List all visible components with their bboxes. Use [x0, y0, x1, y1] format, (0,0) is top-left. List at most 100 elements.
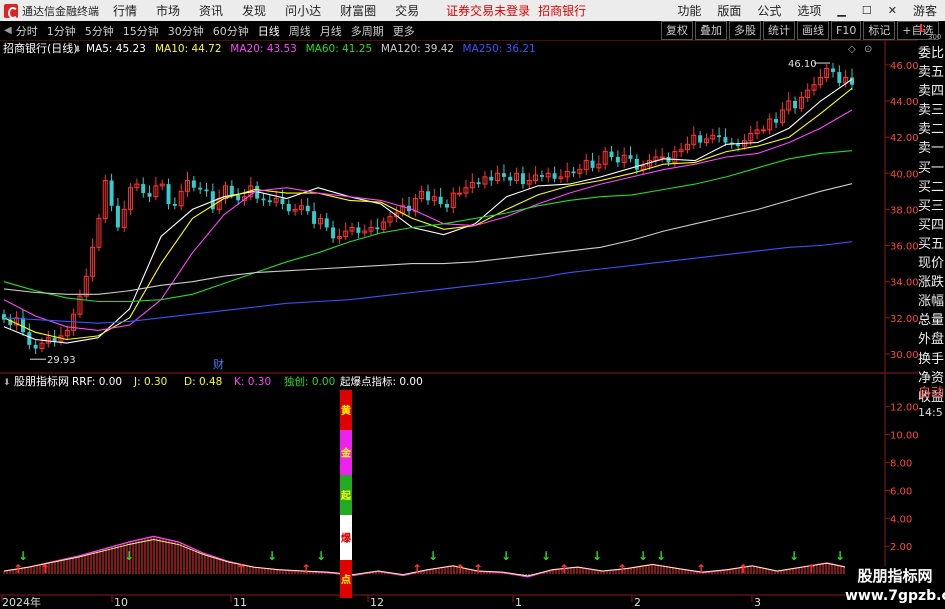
- quote-field-2: 卖四: [918, 84, 945, 100]
- up-arrow-icon: ↑: [696, 562, 706, 576]
- l-badge: L: [919, 22, 927, 35]
- menu-item-2[interactable]: 资讯: [199, 4, 223, 18]
- menu-item-4[interactable]: 问小达: [285, 4, 321, 18]
- toolbar-button-1[interactable]: 叠加: [695, 21, 727, 40]
- main-ytick-label: 40.00: [890, 169, 918, 180]
- toolbar-button-5[interactable]: F10: [831, 21, 862, 40]
- date-label: 12: [370, 596, 384, 609]
- candle-body: [552, 173, 557, 179]
- candle-body: [312, 211, 317, 224]
- period-tab-0[interactable]: 分时: [16, 23, 38, 39]
- sub-label-0: RRF: 0.00: [72, 376, 122, 388]
- candle-body: [476, 182, 481, 185]
- main-chevron-icon: ⬇: [74, 45, 82, 55]
- right-menu-item-2[interactable]: 公式: [757, 2, 781, 19]
- candle-body: [539, 175, 544, 177]
- up-arrow-icon: ↑: [806, 562, 816, 576]
- date-label: 11: [233, 596, 247, 609]
- candle-body: [615, 156, 620, 163]
- date-label: 2024年: [2, 595, 41, 609]
- menu-item-5[interactable]: 财富圈: [340, 4, 376, 18]
- chevron-left-icon[interactable]: ◀: [4, 25, 12, 36]
- menu-item-6[interactable]: 交易: [395, 4, 419, 18]
- period-tab-9[interactable]: 多周期: [351, 23, 384, 39]
- candle-body: [204, 189, 209, 192]
- guest-user[interactable]: 游客: [913, 2, 937, 19]
- sub-label-3: K: 0.30: [234, 376, 271, 388]
- ma-line-MA250: [3, 241, 853, 324]
- candle-body: [520, 173, 525, 185]
- toolbar-button-6[interactable]: 标记: [863, 21, 896, 40]
- time-label-0: 14:5: [918, 406, 943, 419]
- trade-login-alert[interactable]: 证券交易未登录: [446, 2, 530, 19]
- maximize-icon[interactable]: ☐: [862, 4, 872, 17]
- candle-body: [723, 137, 728, 143]
- sub-ytick-label: 8.00: [890, 459, 912, 470]
- trade-field-0[interactable]: 自动: [918, 384, 945, 403]
- candle-body: [109, 180, 114, 206]
- candle-body: [659, 156, 665, 159]
- broker-name[interactable]: 招商银行: [538, 2, 586, 19]
- minimize-icon[interactable]: ▁: [837, 4, 845, 17]
- candle-body: [508, 176, 513, 181]
- up-arrow-icon: ↑: [617, 562, 627, 576]
- period-tab-7[interactable]: 周线: [289, 23, 311, 39]
- right-menu-item-0[interactable]: 功能: [677, 2, 701, 19]
- period-tab-3[interactable]: 15分钟: [123, 23, 159, 39]
- candle-body: [286, 203, 291, 212]
- sub-chart-title: 股朋指标网: [14, 374, 69, 388]
- right-menu-item-1[interactable]: 版面: [717, 2, 741, 19]
- candle-body: [444, 203, 449, 208]
- candle-body: [229, 185, 234, 195]
- candle-body: [305, 205, 310, 212]
- candle-body: [698, 135, 703, 143]
- toolbar-button-0[interactable]: 复权: [661, 21, 693, 40]
- candle-body: [172, 203, 177, 206]
- chart-area[interactable]: 招商银行(日线)⬇ MA5: 45.23 MA10: 44.72 MA20: 43.5…: [0, 40, 918, 609]
- down-arrow-icon: ↓: [638, 549, 648, 563]
- candle-body: [774, 119, 779, 123]
- main-ytick-label: 34.00: [890, 278, 918, 289]
- up-arrow-icon: ↑: [13, 562, 23, 576]
- period-tab-10[interactable]: 更多: [393, 23, 415, 39]
- ma-line-MA5: [3, 78, 853, 344]
- main-ytick-label: 44.00: [890, 97, 918, 108]
- ma-line-MA60: [3, 150, 853, 303]
- up-arrow-icon: ↑: [559, 562, 569, 576]
- down-arrow-icon: ↓: [541, 549, 551, 563]
- quote-field-15: 外盘: [918, 332, 945, 348]
- toolbar-button-4[interactable]: 画线: [797, 21, 829, 40]
- main-ytick-label: 36.00: [890, 242, 918, 253]
- toolbar-button-2[interactable]: 多股: [729, 21, 761, 40]
- toolbar-button-3[interactable]: 统计: [763, 21, 795, 40]
- right-menu-item-3[interactable]: 选项: [797, 2, 821, 19]
- high-price-label: 46.10: [788, 59, 817, 70]
- down-arrow-icon: ↓: [124, 549, 134, 563]
- l-sub: 300: [928, 33, 942, 41]
- quote-field-11: 现价: [918, 256, 945, 272]
- period-tab-4[interactable]: 30分钟: [168, 23, 204, 39]
- watermark-url: www.7gpzb.com: [845, 588, 945, 604]
- candle-body: [438, 196, 443, 204]
- close-icon[interactable]: ✕: [888, 4, 897, 17]
- app-logo-icon: [4, 3, 18, 19]
- candle-body: [356, 227, 361, 233]
- period-tab-1[interactable]: 1分钟: [47, 23, 76, 39]
- menu-item-3[interactable]: 发现: [242, 4, 266, 18]
- menu-item-1[interactable]: 市场: [156, 4, 180, 18]
- period-tab-8[interactable]: 月线: [320, 23, 342, 39]
- period-tab-6[interactable]: 日线: [258, 23, 280, 39]
- candle-body: [457, 192, 463, 195]
- candle-body: [236, 194, 241, 201]
- period-tab-5[interactable]: 60分钟: [213, 23, 249, 39]
- period-tab-2[interactable]: 5分钟: [85, 23, 114, 39]
- date-label: 2: [634, 596, 641, 609]
- golden-marker-char: 点: [341, 573, 351, 586]
- quote-field-5: 卖一: [918, 141, 945, 157]
- diamond-icon: ◇: [848, 44, 856, 55]
- main-ytick-label: 38.00: [890, 205, 918, 216]
- menu-item-0[interactable]: 行情: [113, 4, 137, 18]
- quote-field-1: 卖五: [918, 65, 945, 81]
- up-arrow-icon: ↑: [412, 562, 422, 576]
- down-arrow-icon: ↓: [316, 549, 326, 563]
